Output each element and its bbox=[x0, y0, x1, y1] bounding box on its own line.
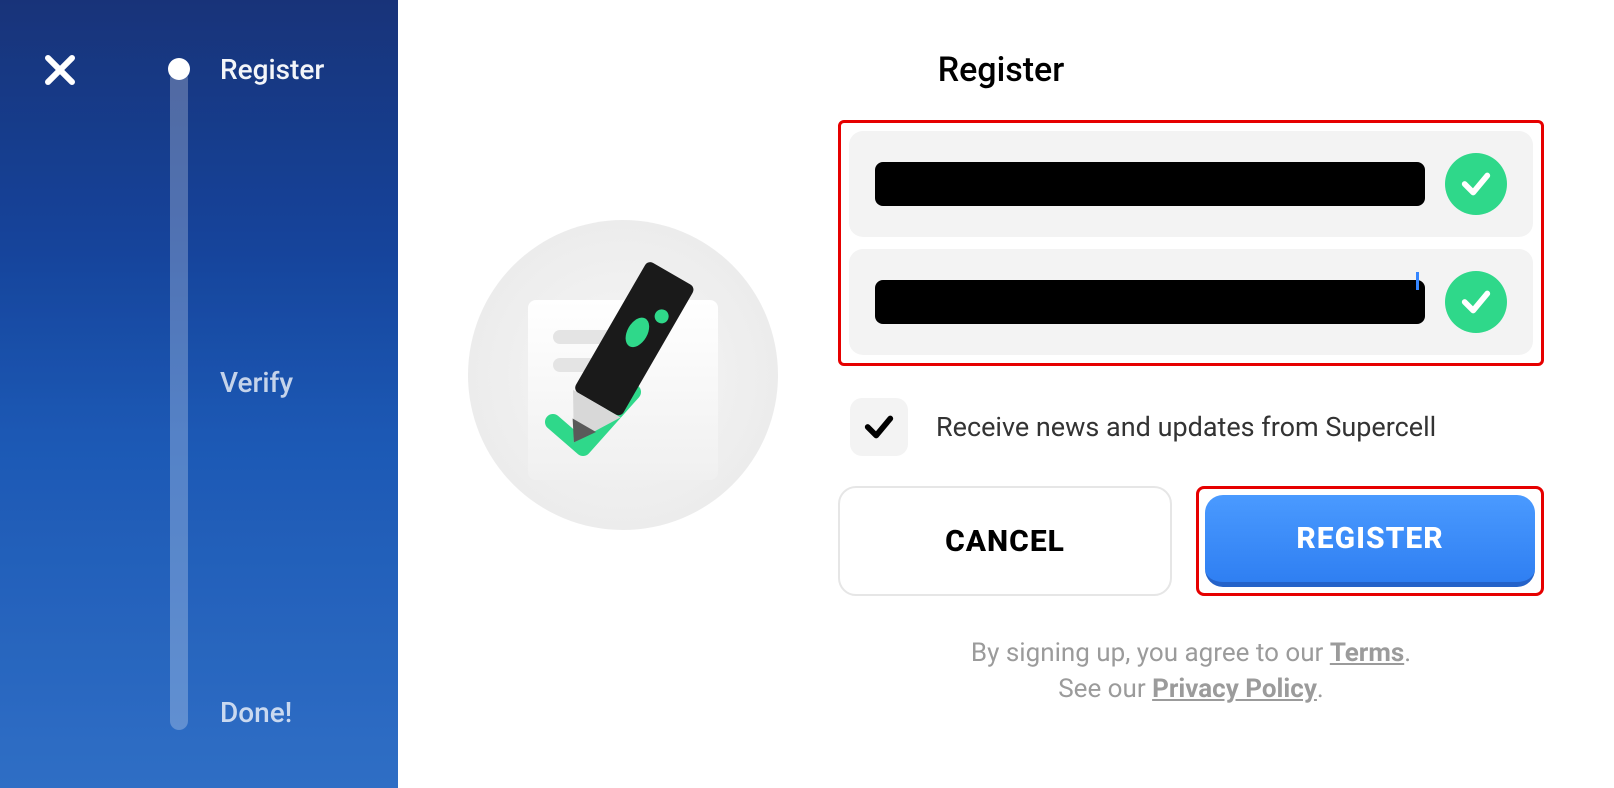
newsletter-label: Receive news and updates from Supercell bbox=[936, 411, 1436, 443]
footer-line2-suffix: . bbox=[1317, 674, 1324, 704]
sidebar: Register Verify Done! bbox=[0, 0, 398, 788]
step-verify: Verify bbox=[160, 366, 293, 399]
terms-link[interactable]: Terms bbox=[1330, 638, 1404, 668]
register-button[interactable]: REGISTER bbox=[1205, 495, 1535, 587]
cancel-button[interactable]: CANCEL bbox=[838, 486, 1172, 596]
footer-line2-prefix: See our bbox=[1058, 674, 1152, 704]
register-highlight: REGISTER bbox=[1196, 486, 1544, 596]
input-row-2 bbox=[849, 249, 1533, 355]
page-title: Register bbox=[458, 50, 1544, 90]
newsletter-checkbox[interactable] bbox=[850, 398, 908, 456]
step-label: Register bbox=[220, 53, 324, 86]
footer-text: By signing up, you agree to our Terms. S… bbox=[838, 638, 1544, 704]
stepper-track bbox=[170, 70, 188, 730]
cancel-button-label: CANCEL bbox=[945, 524, 1065, 559]
step-done: Done! bbox=[160, 696, 292, 729]
valid-check-icon bbox=[1445, 271, 1507, 333]
inputs-highlight bbox=[838, 120, 1544, 366]
step-label: Done! bbox=[220, 696, 292, 729]
valid-check-icon bbox=[1445, 153, 1507, 215]
email-field[interactable] bbox=[875, 162, 1425, 206]
step-dot-active-icon bbox=[160, 50, 198, 88]
register-button-label: REGISTER bbox=[1296, 521, 1443, 556]
footer-line1-suffix: . bbox=[1404, 638, 1411, 668]
step-register: Register bbox=[160, 50, 324, 88]
close-icon[interactable] bbox=[36, 46, 84, 94]
step-label: Verify bbox=[220, 366, 293, 399]
privacy-link[interactable]: Privacy Policy bbox=[1152, 674, 1317, 704]
newsletter-row: Receive news and updates from Supercell bbox=[838, 386, 1544, 486]
main-panel: Register bbox=[398, 0, 1614, 788]
button-row: CANCEL REGISTER bbox=[838, 486, 1544, 596]
input-row-1 bbox=[849, 131, 1533, 237]
form-area: Receive news and updates from Supercell … bbox=[838, 120, 1544, 704]
confirm-email-field[interactable] bbox=[875, 280, 1425, 324]
footer-line1-prefix: By signing up, you agree to our bbox=[971, 638, 1330, 668]
register-illustration-icon bbox=[458, 210, 788, 540]
